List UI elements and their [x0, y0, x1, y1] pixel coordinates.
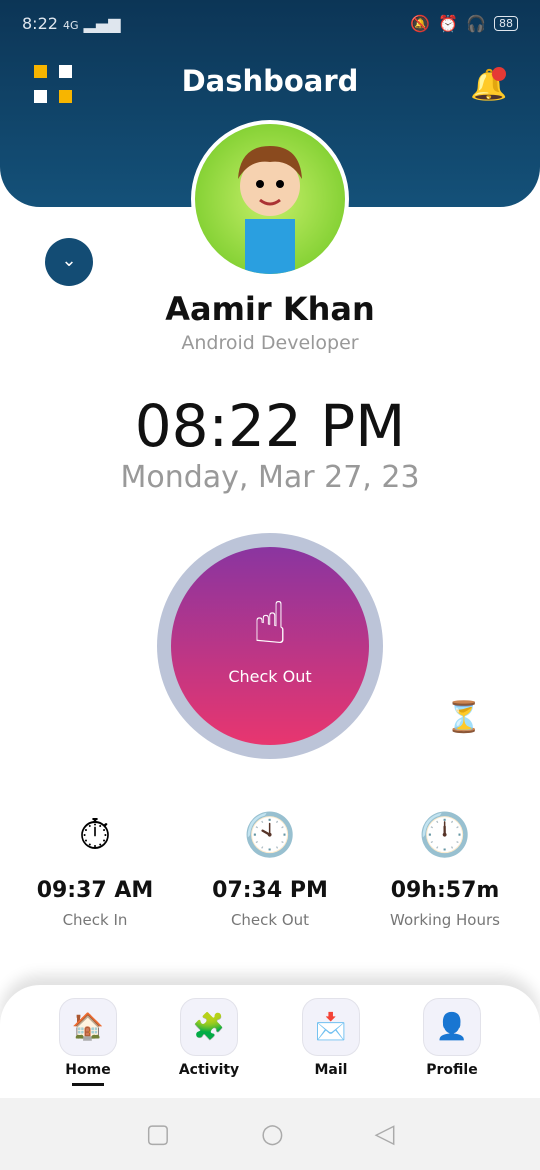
- stat-check-out: 🕙 07:34 PM Check Out: [180, 810, 360, 929]
- check-out-ring: ☝ Check Out: [157, 533, 383, 759]
- stat-value: 09h:57m: [390, 878, 500, 903]
- stopwatch-icon: ⏱: [78, 810, 112, 859]
- check-out-label: Check Out: [228, 667, 312, 686]
- hourglass-icon: ⏳: [445, 700, 483, 735]
- profile-icon: 👤: [423, 998, 481, 1056]
- nav-label: Activity: [178, 1062, 240, 1078]
- page-title: Dashboard: [181, 64, 359, 98]
- current-date: Monday, Mar 27, 23: [120, 460, 420, 495]
- home-icon: 🏠: [59, 998, 117, 1056]
- nav-label: Home: [65, 1062, 111, 1078]
- headset-icon: 🎧: [466, 14, 486, 33]
- stat-check-in: ⏱ 09:37 AM Check In: [5, 810, 185, 929]
- 24-hour-clock-icon: 🕛: [418, 810, 472, 859]
- puzzle-icon: 🧩: [180, 998, 238, 1056]
- nav-profile[interactable]: 👤 Profile: [412, 998, 492, 1078]
- bottom-nav: 🏠 Home 🧩 Activity 📩 Mail 👤 Profile: [0, 985, 540, 1098]
- battery-icon: 88: [494, 16, 518, 31]
- tap-hand-icon: ☝: [252, 589, 288, 657]
- system-nav-bar: ▢ ○ ◁: [0, 1098, 540, 1170]
- nav-label: Mail: [314, 1062, 348, 1078]
- nav-mail[interactable]: 📩 Mail: [291, 998, 371, 1078]
- mail-icon: 📩: [302, 998, 360, 1056]
- nav-activity[interactable]: 🧩 Activity: [169, 998, 249, 1078]
- stat-label: Working Hours: [390, 911, 500, 929]
- mute-icon: 🔕: [410, 14, 431, 33]
- alarm-icon: ⏰: [438, 14, 459, 33]
- notification-badge: [492, 67, 506, 81]
- stat-working-hours: 🕛 09h:57m Working Hours: [355, 810, 535, 929]
- stat-label: Check In: [62, 911, 128, 929]
- user-role: Android Developer: [181, 332, 359, 354]
- nav-label: Profile: [426, 1062, 478, 1078]
- recents-button[interactable]: ▢: [145, 1119, 170, 1149]
- signal-icon: ▂▄▆: [83, 14, 121, 33]
- home-system-button[interactable]: ○: [261, 1119, 284, 1149]
- current-time: 08:22 PM: [134, 392, 406, 460]
- nav-home[interactable]: 🏠 Home: [48, 998, 128, 1086]
- user-name: Aamir Khan: [165, 290, 375, 328]
- back-button[interactable]: ◁: [375, 1119, 395, 1149]
- status-time: 8:22: [22, 14, 58, 33]
- check-out-button[interactable]: ☝ Check Out: [171, 547, 369, 745]
- status-bar: 8:22 4G ▂▄▆ 🔕 ⏰ 🎧 88: [22, 14, 518, 33]
- stat-value: 09:37 AM: [36, 878, 154, 903]
- active-indicator: [72, 1083, 104, 1086]
- stat-label: Check Out: [230, 911, 310, 929]
- clock-icon: 🕙: [243, 810, 297, 859]
- expand-chevron-button[interactable]: ⌄: [45, 238, 93, 286]
- stat-value: 07:34 PM: [212, 878, 328, 903]
- avatar[interactable]: [191, 120, 349, 278]
- network-label: 4G: [63, 19, 79, 32]
